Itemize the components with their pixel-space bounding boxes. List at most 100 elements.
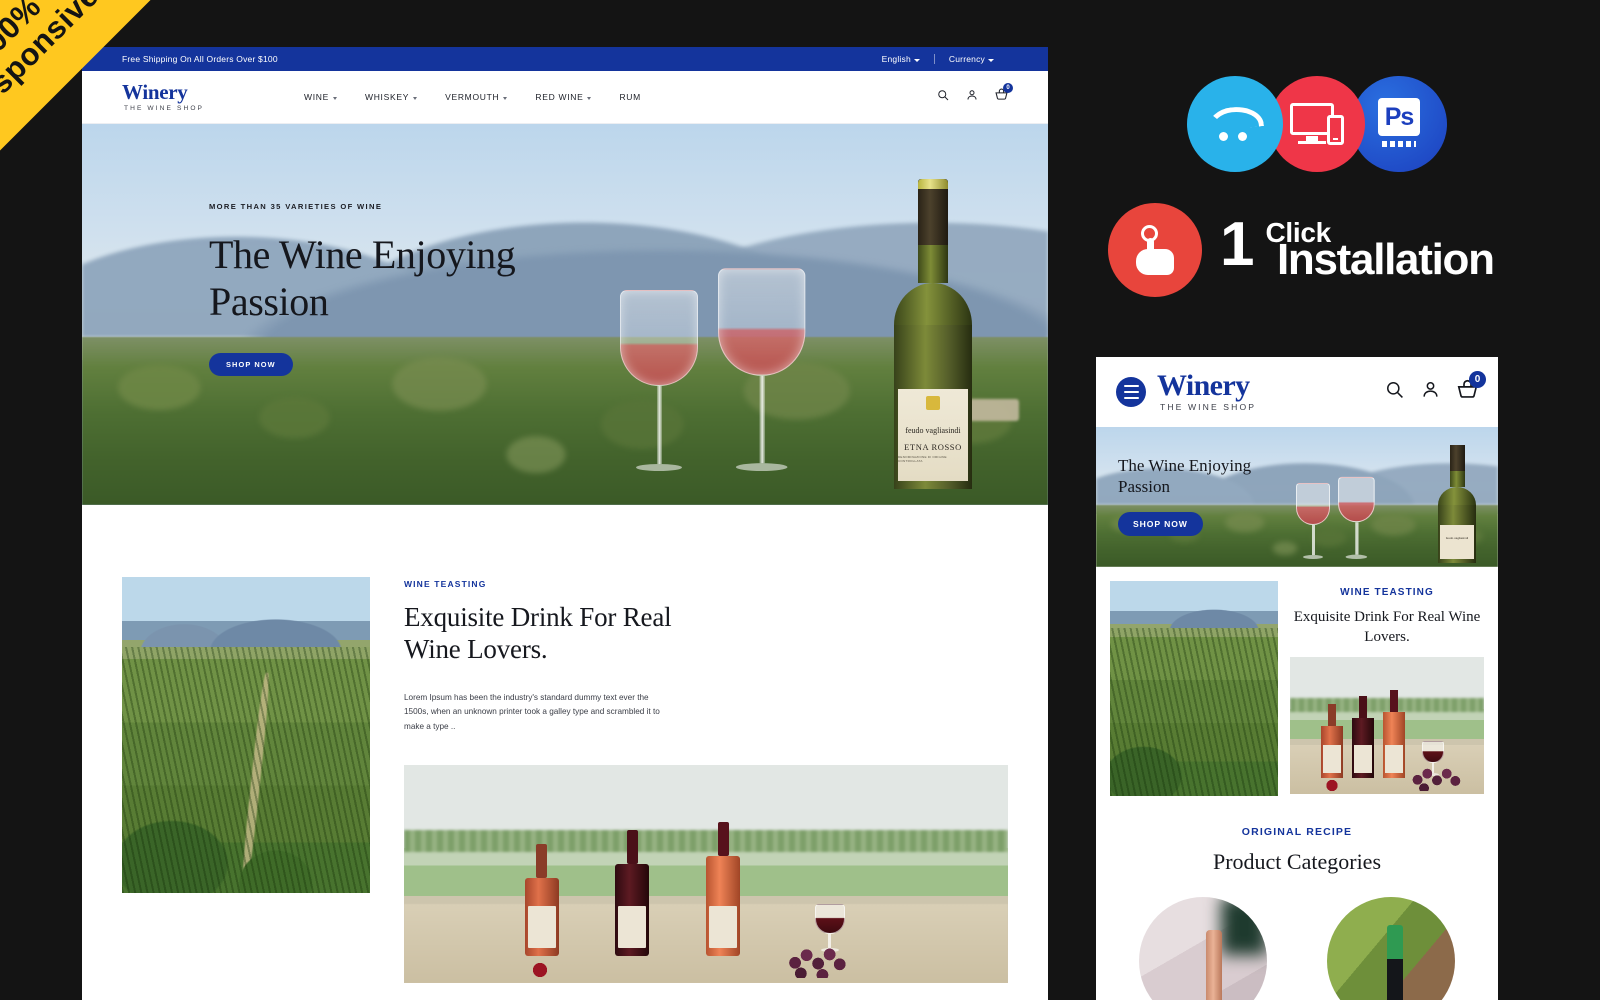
glass-stem bbox=[758, 375, 765, 464]
nav-label: WINE bbox=[304, 92, 329, 102]
glass-bowl bbox=[620, 290, 698, 386]
category-circle-row bbox=[1096, 897, 1498, 1000]
category-circle-item[interactable] bbox=[1327, 897, 1455, 1000]
bottle-body bbox=[706, 856, 740, 957]
mobile-shop-now-button[interactable]: SHOP NOW bbox=[1118, 511, 1203, 536]
nav-label: RUM bbox=[619, 92, 641, 102]
search-icon[interactable] bbox=[1385, 380, 1404, 404]
photoshop-dots bbox=[1382, 141, 1416, 147]
nav-item-rum[interactable]: RUM bbox=[619, 92, 640, 102]
hand-palm bbox=[1136, 249, 1174, 275]
hero-wine-bottle: feudo vagliasindi ETNA ROSSO DENOMINAZIO… bbox=[894, 179, 972, 489]
hero-eyebrow: MORE THAN 35 VARIETIES OF WINE bbox=[209, 202, 383, 211]
bottle-body bbox=[1352, 717, 1375, 778]
wine-teasting-section: WINE TEASTING Exquisite Drink For Real W… bbox=[82, 505, 1048, 983]
photoshop-ps-label: Ps bbox=[1378, 98, 1420, 136]
bottle-neck bbox=[1449, 471, 1465, 487]
search-icon[interactable] bbox=[937, 88, 949, 106]
mobile-teasting-left bbox=[1110, 581, 1278, 796]
photo-bottle-red-center bbox=[1352, 695, 1375, 778]
one-click-text: 1 Click Installation bbox=[1220, 213, 1495, 281]
photo-grapes bbox=[1410, 763, 1465, 792]
glass-bowl bbox=[1296, 483, 1330, 525]
mobile-site-logo[interactable]: Winery THE WINE SHOP bbox=[1157, 369, 1257, 412]
bottle-doc-text: DENOMINAZIONE DI ORIGINE CONTROLLATA bbox=[898, 455, 947, 464]
bottle-body bbox=[1321, 725, 1344, 778]
nav-item-red-wine[interactable]: RED WINE bbox=[535, 92, 592, 102]
tech-badges-row: Ps bbox=[1187, 76, 1447, 172]
bottle-shoulder bbox=[894, 283, 972, 325]
mobile-wine-bottles-photo bbox=[1290, 657, 1484, 794]
promo-side-panel: Ps 1 Click Installation Winery THE WINE … bbox=[1090, 0, 1600, 1000]
shop-now-button[interactable]: SHOP NOW bbox=[209, 353, 293, 377]
logo-tagline: THE WINE SHOP bbox=[124, 105, 205, 112]
cart-arc bbox=[1206, 104, 1264, 132]
categories-title: Product Categories bbox=[1212, 849, 1382, 874]
wine-glass-left bbox=[1296, 483, 1330, 559]
teasting-eyebrow: WINE TEASTING bbox=[404, 579, 487, 589]
currency-selector[interactable]: Currency bbox=[935, 54, 1008, 64]
bottle-body bbox=[1383, 711, 1406, 778]
mobile-hero-wine-bottle: feudo vagliasindi bbox=[1438, 445, 1476, 563]
bottle-label: feudo vagliasindi ETNA ROSSO DENOMINAZIO… bbox=[898, 389, 968, 481]
cart-icon[interactable]: 0 bbox=[1457, 371, 1486, 405]
photo-bottle-rose-right bbox=[1383, 689, 1406, 778]
desktop-preview-mockup: Free Shipping On All Orders Over $100 En… bbox=[82, 47, 1048, 1000]
phone-icon bbox=[1327, 115, 1344, 145]
responsive-badge bbox=[1269, 76, 1365, 172]
nav-label: RED WINE bbox=[535, 92, 584, 102]
cart-icon[interactable]: 0 bbox=[995, 83, 1013, 106]
nav-item-whiskey[interactable]: WHISKEY bbox=[365, 92, 418, 102]
mobile-preview-mockup: Winery THE WINE SHOP 0 feudo vagliasindi… bbox=[1096, 357, 1498, 1000]
photo-rose-flower bbox=[1321, 777, 1344, 793]
chevron-down-icon bbox=[913, 58, 920, 62]
photo-bottle-rose-right bbox=[706, 822, 740, 957]
opencart-cart-icon bbox=[1206, 104, 1264, 141]
photo-bottle-rose-left bbox=[1321, 703, 1344, 778]
glass-foot bbox=[636, 464, 682, 471]
site-header: Winery THE WINE SHOP WINE WHISKEY VERMOU… bbox=[82, 71, 1048, 124]
hero-banner: feudo vagliasindi ETNA ROSSO DENOMINAZIO… bbox=[82, 124, 1048, 505]
photo-bottle-red-center bbox=[615, 830, 650, 957]
wine-glass-right bbox=[1338, 476, 1375, 559]
vineyard-mountains bbox=[1110, 600, 1278, 629]
bottle-label bbox=[1323, 744, 1342, 773]
click-word: Click bbox=[1265, 216, 1331, 248]
language-selector[interactable]: English bbox=[868, 54, 934, 64]
user-icon[interactable] bbox=[966, 88, 978, 106]
chevron-down-icon bbox=[587, 96, 592, 100]
photo-rose-flower bbox=[524, 960, 555, 981]
bottle-label bbox=[1385, 744, 1404, 773]
vineyard-path bbox=[239, 671, 272, 893]
devices-icon bbox=[1290, 103, 1344, 145]
hamburger-menu-icon[interactable] bbox=[1116, 377, 1146, 407]
category-circle-item[interactable] bbox=[1139, 897, 1267, 1000]
announcement-bar: Free Shipping On All Orders Over $100 En… bbox=[82, 47, 1048, 71]
mobile-teasting-right: WINE TEASTING Exquisite Drink For Real W… bbox=[1278, 581, 1484, 796]
bottle-neck bbox=[536, 844, 548, 879]
bottle-capsule bbox=[1449, 445, 1465, 471]
header-icon-group: 0 bbox=[937, 83, 1013, 106]
bottle-crest-icon bbox=[926, 396, 940, 410]
bottle-label bbox=[618, 906, 647, 949]
teasting-left-column bbox=[122, 577, 370, 983]
bottle-body bbox=[615, 864, 650, 957]
chevron-down-icon bbox=[988, 58, 994, 62]
logo-wordmark: Winery bbox=[1157, 369, 1250, 403]
nav-item-wine[interactable]: WINE bbox=[304, 92, 337, 102]
nav-item-vermouth[interactable]: VERMOUTH bbox=[445, 92, 508, 102]
hero-product-imagery: feudo vagliasindi ETNA ROSSO DENOMINAZIO… bbox=[610, 145, 1030, 505]
bottle-body bbox=[524, 878, 559, 957]
free-shipping-text: Free Shipping On All Orders Over $100 bbox=[122, 54, 278, 64]
bottle-neck bbox=[626, 830, 638, 865]
burger-line bbox=[1123, 390, 1139, 394]
chevron-down-icon bbox=[503, 96, 508, 100]
mobile-hero-text-block: The Wine Enjoying Passion SHOP NOW bbox=[1118, 455, 1288, 536]
mobile-teasting-title: Exquisite Drink For Real Wine Lovers. bbox=[1293, 609, 1481, 645]
topbar-right-group: English Currency bbox=[868, 54, 1008, 64]
site-logo[interactable]: Winery THE WINE SHOP bbox=[122, 82, 272, 113]
logo-tagline: THE WINE SHOP bbox=[1160, 401, 1257, 412]
user-icon[interactable] bbox=[1421, 380, 1440, 404]
wine-bottles-photo bbox=[404, 764, 1008, 983]
bottle-body: feudo vagliasindi ETNA ROSSO DENOMINAZIO… bbox=[894, 325, 972, 489]
